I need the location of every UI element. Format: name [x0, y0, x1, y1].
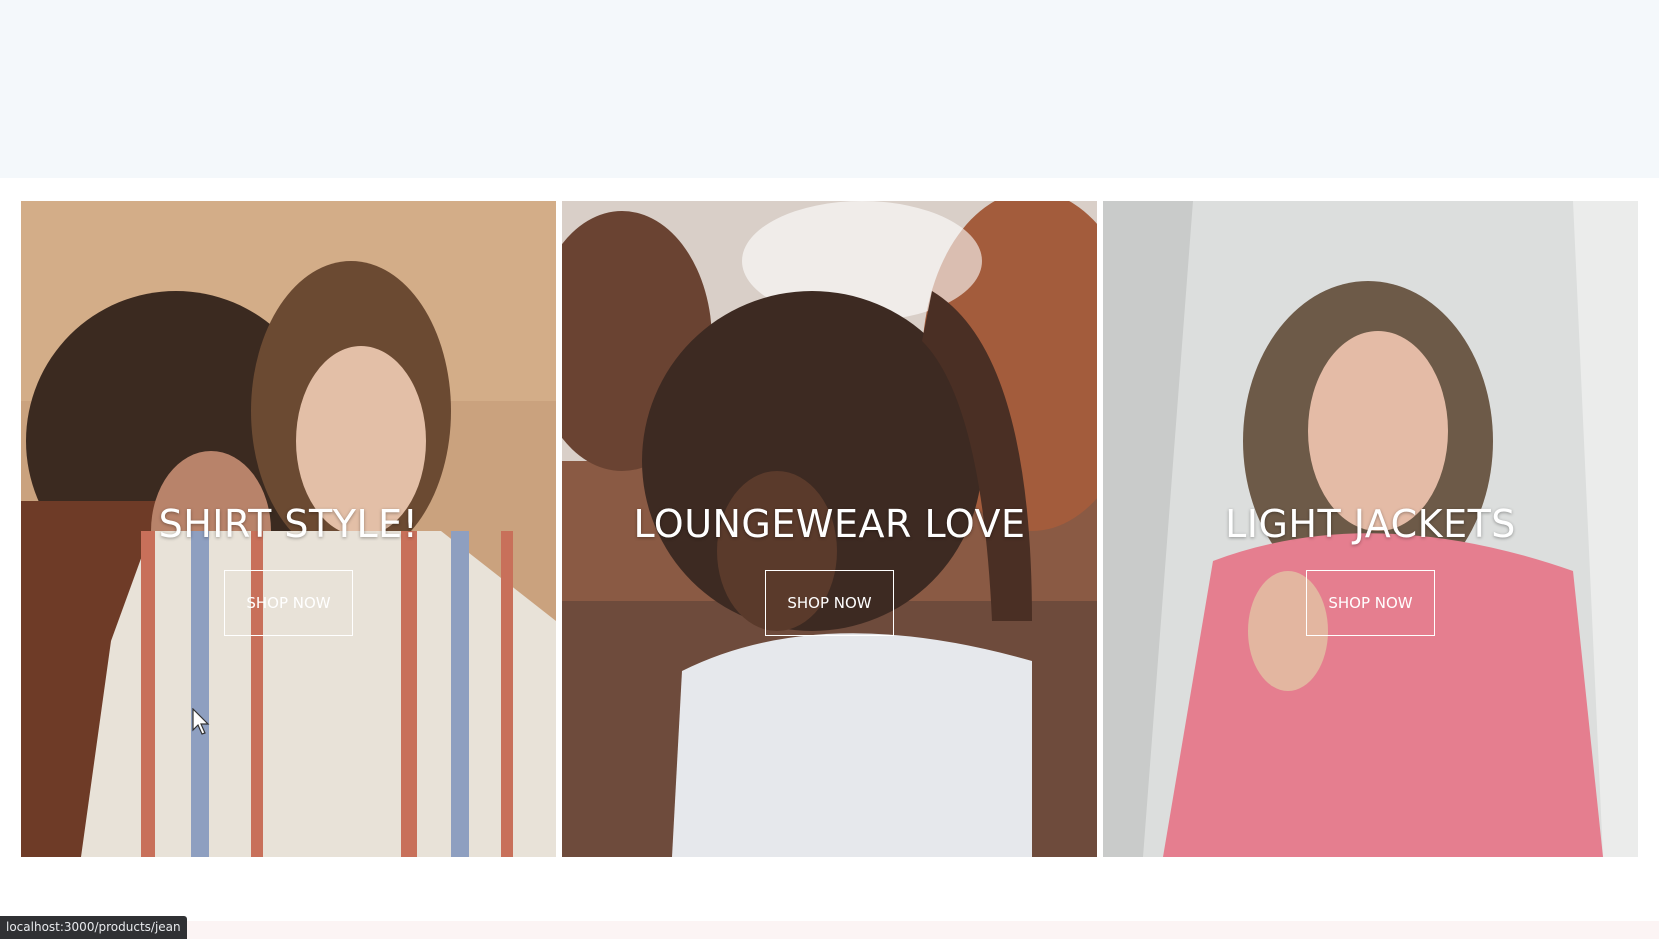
category-title: LIGHT JACKETS	[1225, 502, 1516, 546]
shop-now-button[interactable]: SHOP NOW	[764, 570, 894, 636]
category-title: LOUNGEWEAR LOVE	[633, 502, 1026, 546]
category-title: SHIRT STYLE!	[158, 502, 419, 546]
category-content: LIGHT JACKETS SHOP NOW	[1225, 502, 1516, 636]
link-status-bar: localhost:3000/products/jean	[0, 916, 187, 939]
category-card-shirt-style[interactable]: SHIRT STYLE! SHOP NOW	[21, 201, 556, 857]
category-content: LOUNGEWEAR LOVE SHOP NOW	[633, 502, 1025, 636]
category-content: SHIRT STYLE! SHOP NOW	[159, 502, 419, 636]
category-card-loungewear-love[interactable]: LOUNGEWEAR LOVE SHOP NOW	[562, 201, 1097, 857]
category-grid: SHIRT STYLE! SHOP NOW LOUNGEWEAR LOVE SH…	[21, 201, 1638, 857]
category-card-light-jackets[interactable]: LIGHT JACKETS SHOP NOW	[1103, 201, 1638, 857]
top-banner-area	[0, 0, 1659, 178]
shop-now-button[interactable]: SHOP NOW	[223, 570, 353, 636]
footer-strip	[0, 921, 1659, 939]
shop-now-button[interactable]: SHOP NOW	[1305, 570, 1435, 636]
